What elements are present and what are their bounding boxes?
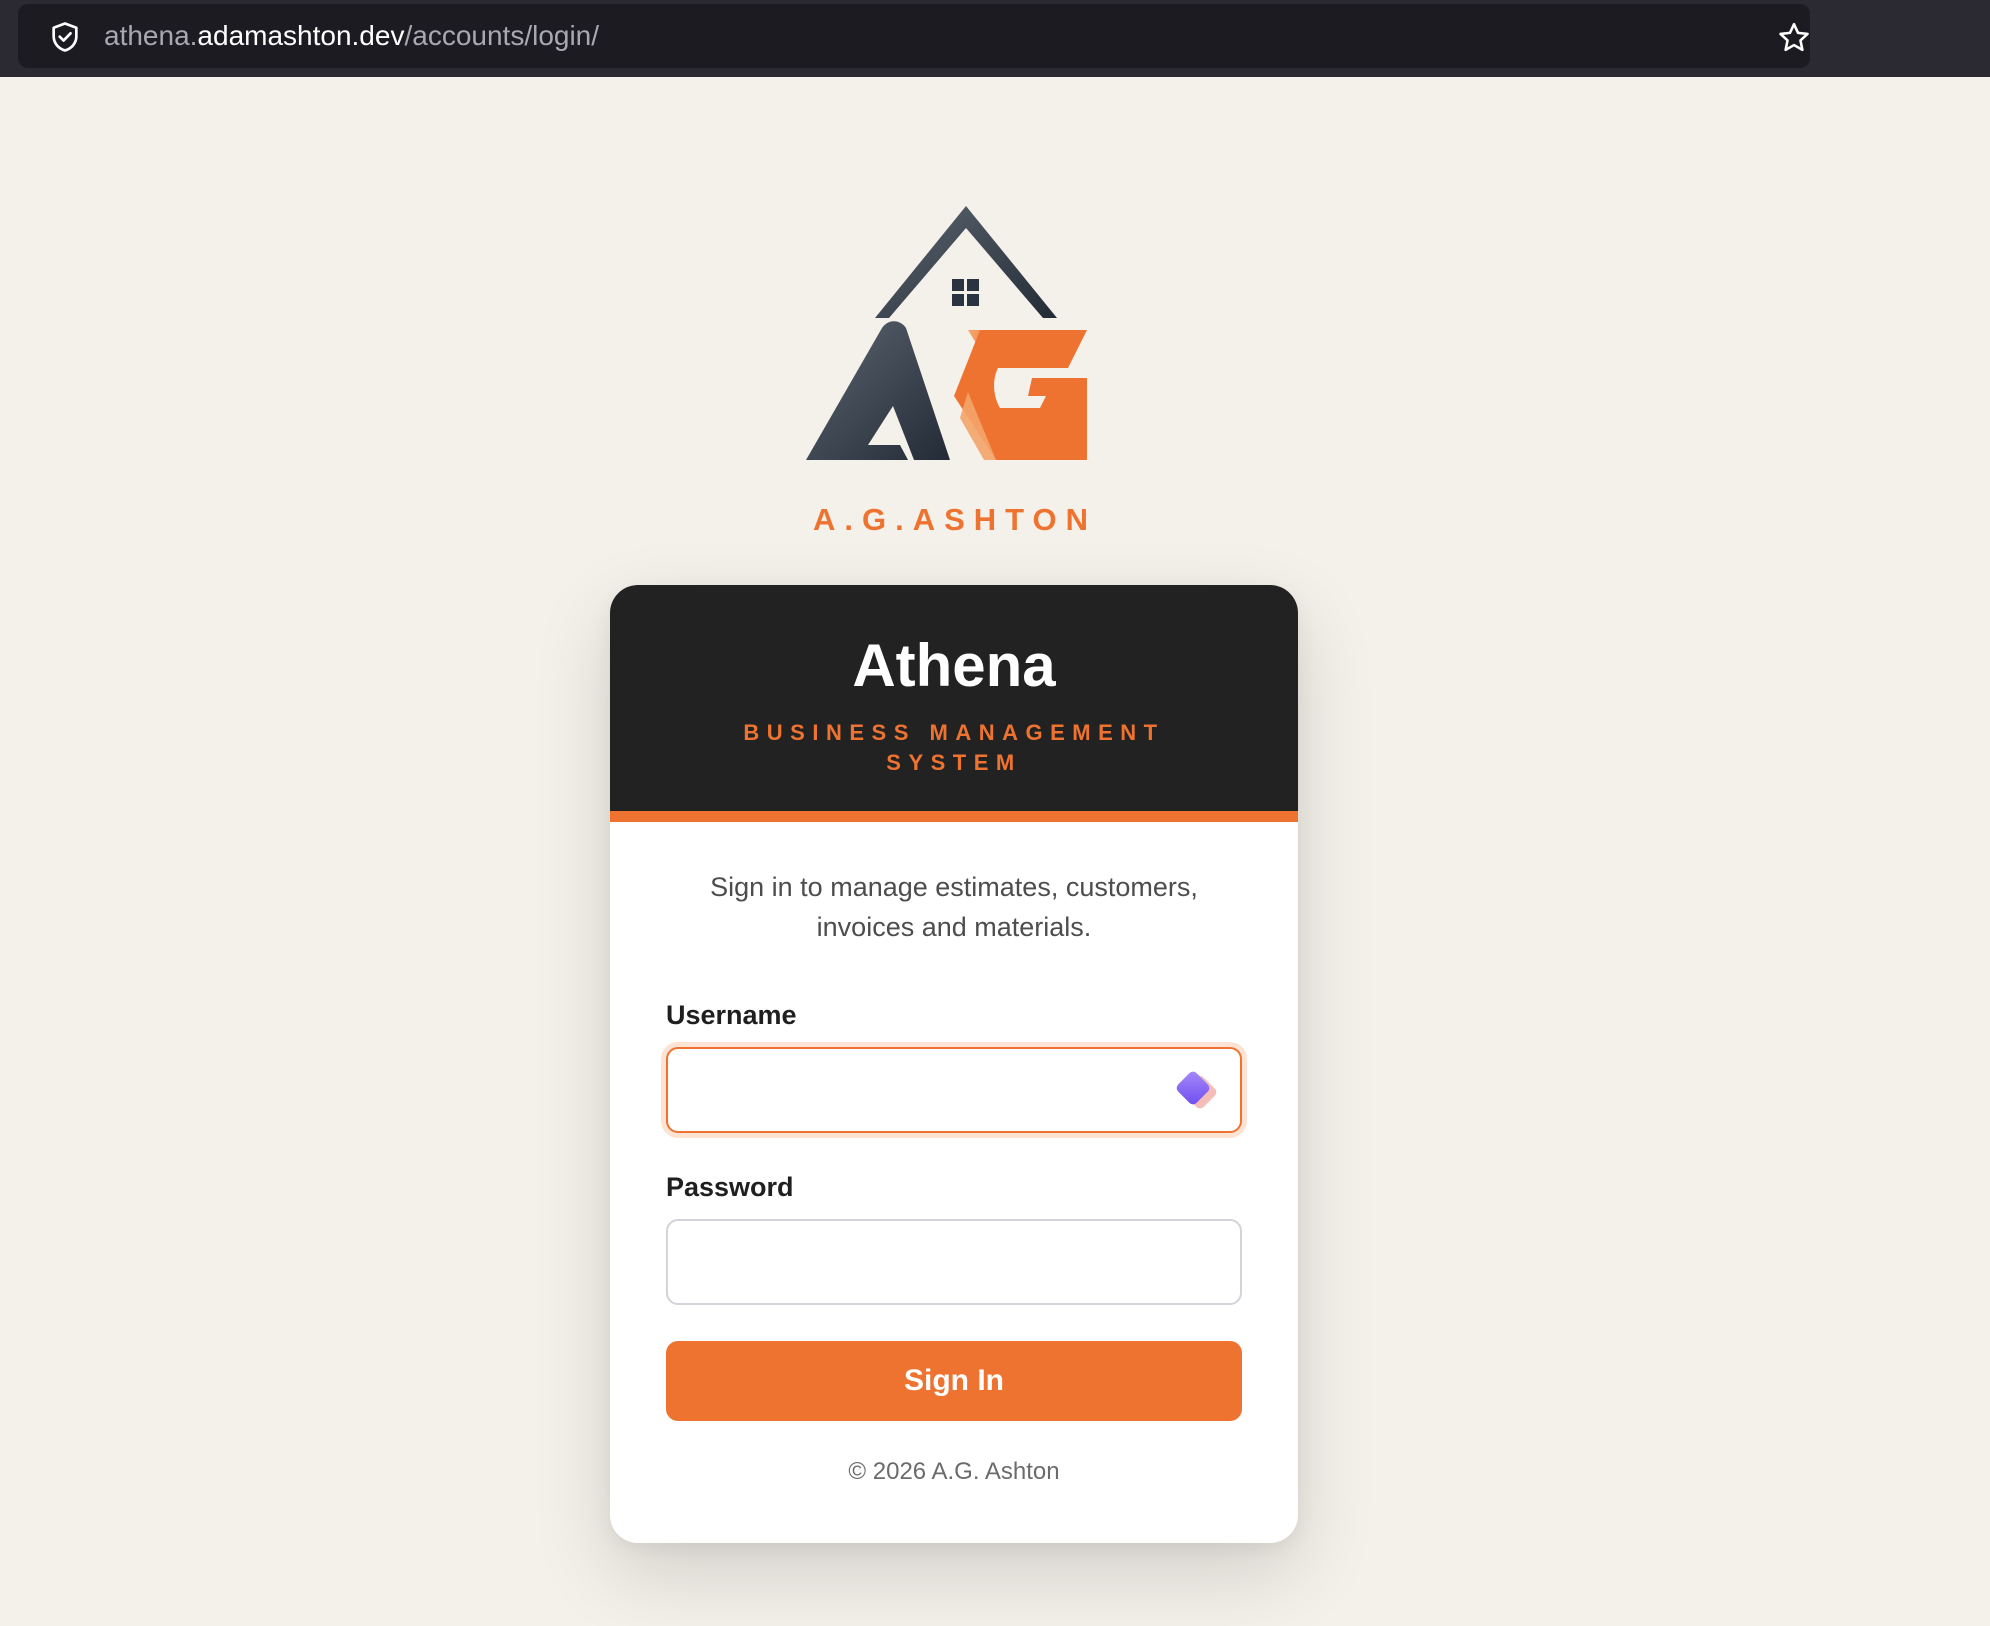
footer-copyright: © 2026 A.G. Ashton — [848, 1458, 1060, 1485]
card-header: Athena BUSINESS MANAGEMENT SYSTEM — [610, 585, 1298, 822]
url-path: /accounts/login/ — [404, 20, 600, 51]
url-host: adamashton.dev — [197, 20, 405, 51]
password-manager-icon[interactable] — [1168, 1063, 1222, 1117]
browser-toolbar: athena.adamashton.dev/accounts/login/ — [0, 0, 1990, 77]
url-text[interactable]: athena.adamashton.dev/accounts/login/ — [104, 20, 599, 52]
sign-in-button[interactable]: Sign In — [666, 1341, 1242, 1421]
username-label: Username — [666, 1000, 797, 1030]
app-subtitle: BUSINESS MANAGEMENT SYSTEM — [743, 720, 1165, 775]
url-prefix: athena. — [104, 20, 198, 51]
login-card: Athena BUSINESS MANAGEMENT SYSTEM Sign i… — [610, 585, 1298, 1543]
intro-text: Sign in to manage estimates, customers, … — [710, 872, 1198, 942]
password-input[interactable] — [666, 1219, 1242, 1305]
ag-ashton-logo — [806, 206, 1087, 460]
shield-check-icon[interactable] — [48, 20, 82, 54]
address-bar[interactable]: athena.adamashton.dev/accounts/login/ — [18, 4, 1810, 68]
brand-name: A.G.ASHTON — [812, 502, 1098, 537]
password-label: Password — [666, 1172, 794, 1202]
app-title: Athena — [852, 632, 1056, 699]
bookmark-star-icon[interactable] — [1776, 20, 1812, 56]
username-input[interactable] — [666, 1047, 1242, 1133]
